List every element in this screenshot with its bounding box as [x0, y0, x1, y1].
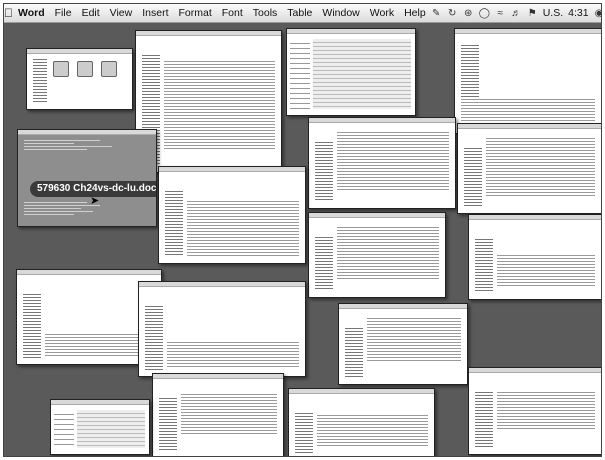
document-window[interactable] [135, 30, 282, 173]
document-window[interactable] [308, 117, 456, 209]
airport-icon[interactable]: ◯ [479, 8, 490, 19]
screen:  Word File Edit View Insert Format Font… [3, 3, 602, 457]
wifi-icon[interactable]: ≈ [495, 8, 506, 19]
menu-help[interactable]: Help [399, 7, 431, 19]
menu-font[interactable]: Font [217, 7, 248, 19]
menu-format[interactable]: Format [174, 7, 217, 19]
menu-table[interactable]: Table [282, 7, 317, 19]
document-window[interactable] [152, 373, 284, 456]
document-window[interactable] [454, 28, 601, 134]
menu-insert[interactable]: Insert [137, 7, 173, 19]
finder-list-window[interactable] [286, 28, 416, 116]
document-window[interactable] [158, 166, 306, 264]
menu-file[interactable]: File [50, 7, 77, 19]
document-window[interactable] [308, 212, 446, 298]
menu-clock[interactable]: 4:31 [568, 7, 588, 19]
keyboard-layout[interactable]: U.S. [543, 7, 563, 19]
document-window[interactable] [468, 367, 601, 455]
document-window[interactable] [338, 303, 468, 385]
menu-edit[interactable]: Edit [77, 7, 105, 19]
document-window[interactable] [138, 281, 306, 377]
menu-work[interactable]: Work [365, 7, 399, 19]
script-icon[interactable]: ✎ [431, 8, 442, 19]
document-window[interactable] [457, 123, 601, 214]
sync-icon[interactable]: ↻ [447, 8, 458, 19]
bluetooth-icon[interactable]: ⊛ [463, 8, 474, 19]
menu-window[interactable]: Window [317, 7, 364, 19]
finder-list-window[interactable] [50, 399, 150, 455]
selected-document-window[interactable]: 579630 Ch24vs-dc-lu.doc ➤ [17, 129, 157, 227]
expose-desktop: 579630 Ch24vs-dc-lu.doc ➤ [4, 23, 601, 456]
display-icon[interactable]: ◉ [594, 8, 601, 19]
document-window[interactable] [468, 214, 601, 300]
volume-icon[interactable]: ♬ [511, 8, 522, 19]
menu-word[interactable]: Word [13, 7, 50, 19]
menu-bar:  Word File Edit View Insert Format Font… [4, 4, 601, 23]
flag-icon[interactable]: ⚑ [527, 8, 538, 19]
document-window[interactable] [288, 388, 435, 456]
menu-view[interactable]: View [105, 7, 138, 19]
menu-tools[interactable]: Tools [248, 7, 283, 19]
folder-icon [53, 61, 69, 77]
apple-icon[interactable]:  [4, 6, 13, 20]
folder-icon [101, 61, 117, 77]
folder-icon [77, 61, 93, 77]
pointer-icon: ➤ [90, 195, 100, 207]
finder-window[interactable] [26, 48, 133, 110]
menu-extras: ✎ ↻ ⊛ ◯ ≈ ♬ ⚑ U.S. 4:31 ◉ ⚲ [431, 7, 601, 19]
